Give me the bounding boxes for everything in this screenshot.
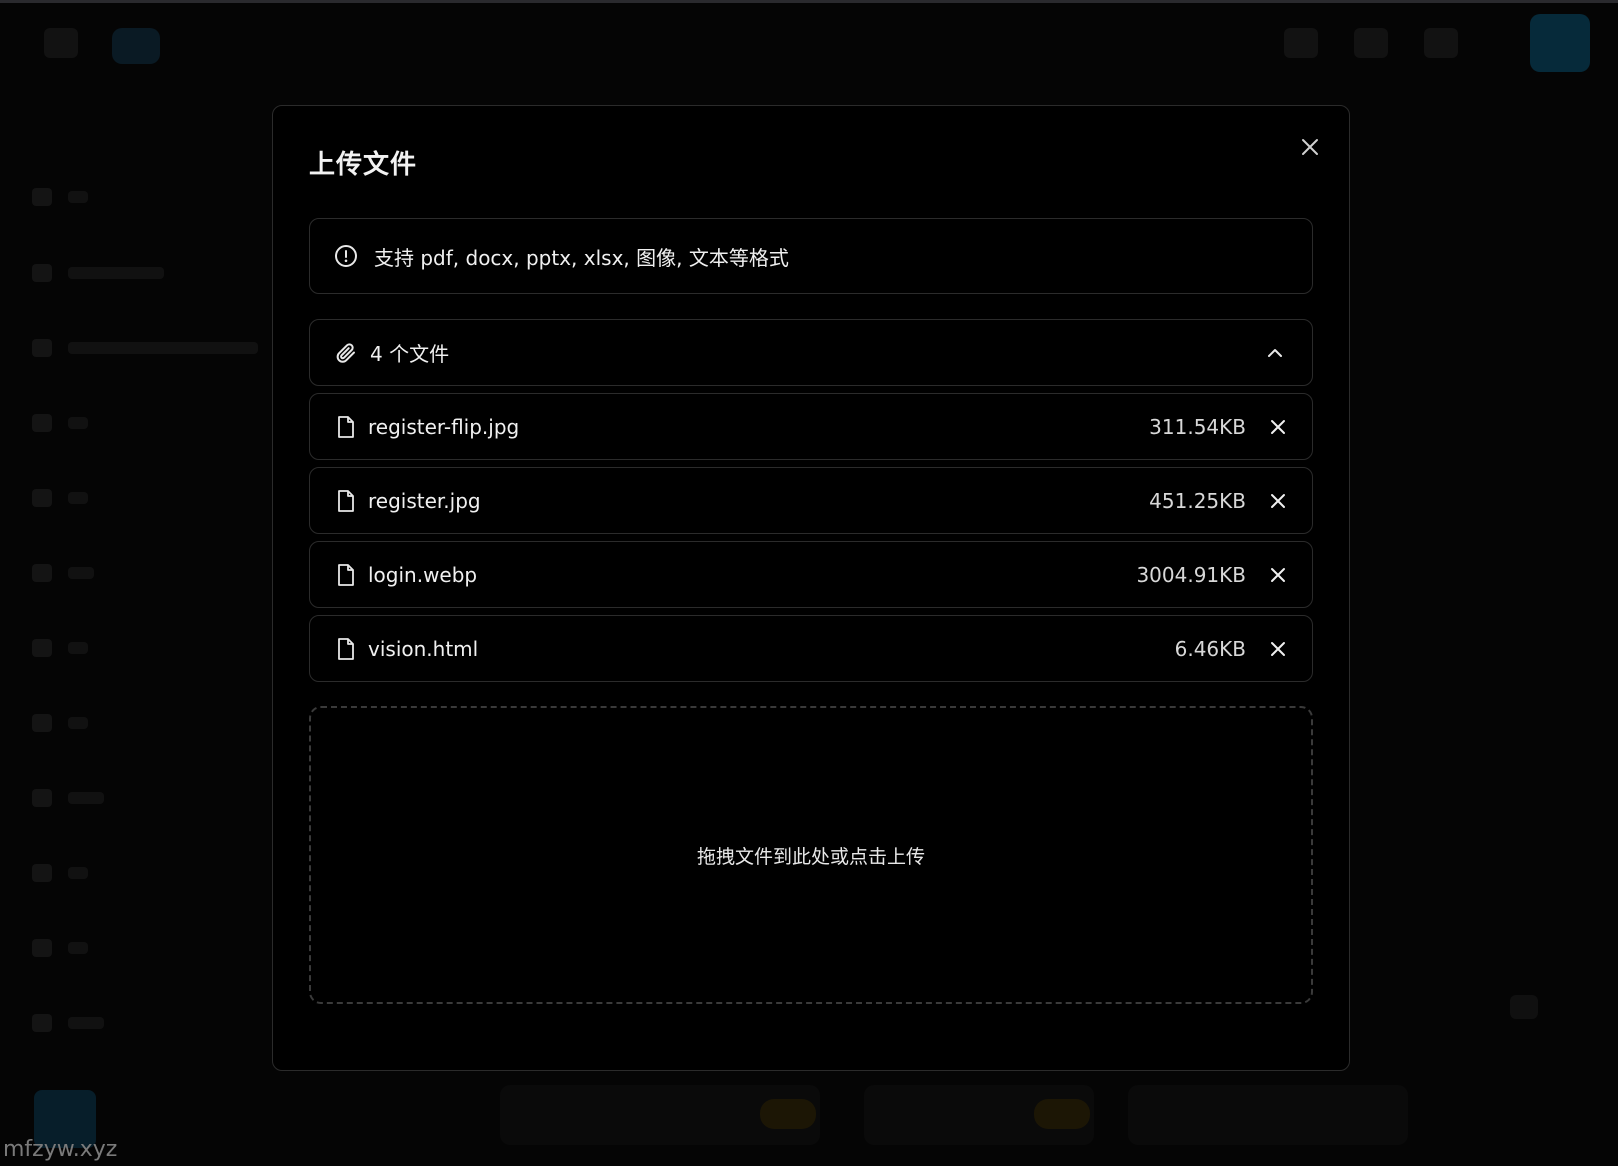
dropzone-text: 拖拽文件到此处或点击上传 [696,845,925,868]
avatar [1530,14,1590,72]
file-dropzone[interactable]: 拖拽文件到此处或点击上传 [309,706,1313,1004]
file-list: register-flip.jpg 311.54KB register.jpg … [309,393,1313,689]
file-icon [338,637,354,660]
close-icon [1271,494,1285,508]
model-chip [864,1085,1094,1145]
close-icon [1271,568,1285,582]
sidebar [0,100,272,1166]
sidebar-item [32,408,232,436]
close-icon [1302,139,1318,155]
remove-file-button[interactable] [1264,413,1292,441]
sidebar-item [32,708,232,736]
watermark: mfzyw.xyz [3,1137,118,1162]
sidebar-item [32,1008,232,1036]
sidebar-item [32,333,258,361]
file-row: register-flip.jpg 311.54KB [309,393,1313,460]
collapse-button[interactable] [1262,340,1288,366]
file-name: register-flip.jpg [368,414,520,439]
info-circle-icon [335,245,357,267]
remove-file-button[interactable] [1264,561,1292,589]
file-size: 3004.91KB [1136,562,1246,587]
model-chip [1128,1085,1408,1145]
paperclip-icon [336,342,355,363]
sidebar-item [32,783,232,811]
menu-icon [44,28,78,58]
send-icon [1510,995,1538,1019]
remove-file-button[interactable] [1264,487,1292,515]
files-count: 4 个文件 [370,342,450,366]
notice-text: 支持 pdf, docx, pptx, xlsx, 图像, 文本等格式 [374,245,789,270]
file-row: register.jpg 451.25KB [309,467,1313,534]
model-chip [500,1085,820,1145]
close-dialog-button[interactable] [1293,130,1327,164]
chevron-up-icon [1268,349,1282,357]
file-row: login.webp 3004.91KB [309,541,1313,608]
sidebar-item [32,633,232,661]
close-icon [1271,642,1285,656]
top-border [0,0,1618,3]
header-action-icon [1354,28,1388,58]
sidebar-item [32,182,232,210]
sidebar-item [32,258,232,286]
files-collapse-toggle[interactable]: 4 个文件 [309,319,1313,386]
file-name: vision.html [368,636,479,661]
file-row: vision.html 6.46KB [309,615,1313,682]
file-icon [338,563,354,586]
format-notice: 支持 pdf, docx, pptx, xlsx, 图像, 文本等格式 [309,218,1313,294]
file-icon [338,489,354,512]
sidebar-item [32,858,232,886]
file-name: register.jpg [368,488,481,513]
upload-dialog: 上传文件 支持 pdf, docx, pptx, xlsx, 图像, 文本等格式… [272,105,1350,1071]
sidebar-item [32,933,232,961]
header-action-icon [1424,28,1458,58]
file-size: 451.25KB [1149,488,1246,513]
header-action-icon [1284,28,1318,58]
dialog-title: 上传文件 [309,150,418,180]
close-icon [1271,420,1285,434]
sidebar-item [32,483,232,511]
file-name: login.webp [368,562,478,587]
file-size: 311.54KB [1149,414,1246,439]
app-logo [112,28,160,64]
sidebar-item [32,558,232,586]
remove-file-button[interactable] [1264,635,1292,663]
file-size: 6.46KB [1174,636,1246,661]
file-icon [338,415,354,438]
